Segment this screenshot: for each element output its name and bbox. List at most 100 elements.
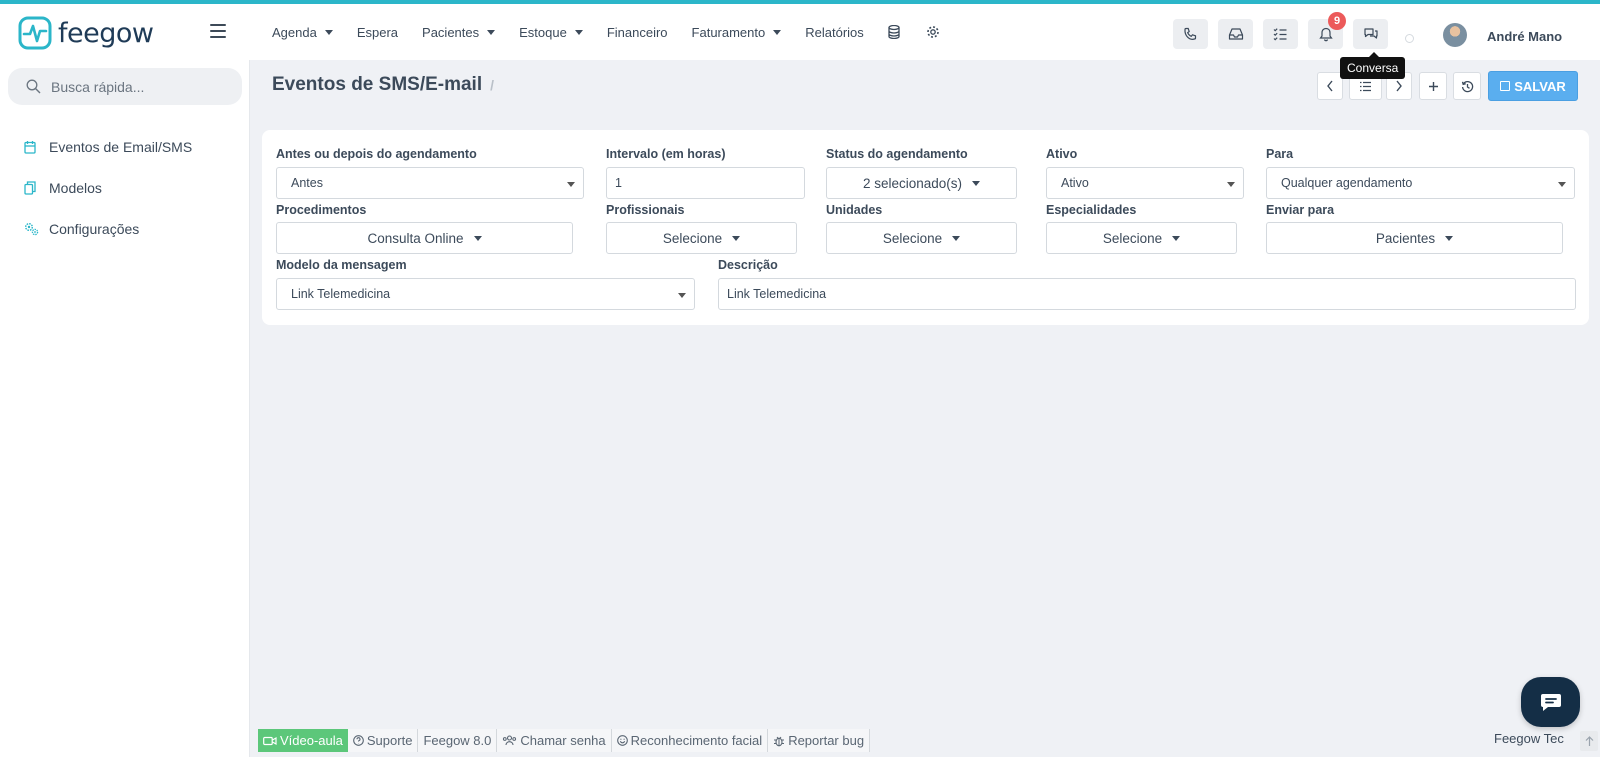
nav-faturamento[interactable]: Faturamento — [692, 25, 782, 40]
nav-espera[interactable]: Espera — [357, 25, 398, 40]
ativo-select[interactable]: Ativo — [1046, 167, 1244, 199]
notifications-button[interactable]: 9 — [1308, 12, 1346, 49]
especialidades-value: Selecione — [1102, 230, 1163, 246]
label-unidades: Unidades — [826, 203, 883, 217]
sidebar-item-label: Modelos — [49, 180, 102, 196]
nav-label: Estoque — [519, 24, 567, 40]
notification-count-badge: 9 — [1328, 12, 1346, 30]
label-especialidades: Especialidades — [1046, 203, 1137, 217]
label-descricao: Descrição — [718, 258, 778, 272]
video-aula-link[interactable]: Vídeo-aula — [258, 729, 348, 752]
intervalo-input[interactable] — [615, 176, 804, 190]
search-input[interactable] — [51, 78, 231, 95]
bell-icon — [1318, 27, 1333, 41]
database-icon[interactable] — [888, 24, 902, 40]
gear-icon[interactable] — [926, 25, 940, 39]
tasks-button[interactable] — [1263, 19, 1298, 49]
save-label: SALVAR — [1514, 78, 1566, 94]
nav-label: Relatórios — [805, 24, 864, 40]
caret-down-icon — [1445, 235, 1454, 241]
profissionais-multiselect[interactable]: Selecione — [606, 222, 797, 254]
caret-down-icon — [487, 29, 496, 35]
footer-label: Reportar bug — [788, 733, 865, 748]
modelo-select[interactable]: Link Telemedicina — [276, 278, 695, 310]
logo-icon — [18, 16, 52, 50]
hamburger-menu-icon[interactable] — [210, 24, 226, 40]
unidades-value: Selecione — [882, 230, 943, 246]
procedimentos-multiselect[interactable]: Consulta Online — [276, 222, 573, 254]
inbox-icon — [1228, 28, 1243, 40]
event-form-card: Antes ou depois do agendamento Antes Int… — [262, 130, 1589, 325]
ativo-value: Ativo — [1061, 176, 1089, 190]
reportar-bug-link[interactable]: Reportar bug — [768, 729, 871, 752]
select-caret-icon — [1227, 182, 1235, 187]
label-antes-depois: Antes ou depois do agendamento — [276, 147, 477, 161]
chat-widget-button[interactable] — [1521, 677, 1580, 727]
bug-icon — [774, 736, 785, 746]
status-multiselect[interactable]: 2 selecionado(s) — [826, 167, 1017, 199]
para-select[interactable]: Qualquer agendamento — [1266, 167, 1575, 199]
conversa-button[interactable] — [1353, 19, 1388, 49]
chevron-left-icon — [1327, 80, 1333, 92]
antes-depois-select[interactable]: Antes — [276, 167, 584, 199]
phone-button[interactable] — [1173, 19, 1208, 49]
footer-label: Chamar senha — [520, 733, 606, 748]
sidebar-item-eventos[interactable]: Eventos de Email/SMS — [24, 139, 192, 155]
cogs-icon — [24, 222, 39, 236]
nav-agenda[interactable]: Agenda — [272, 25, 333, 40]
phone-icon — [1184, 27, 1197, 40]
search-icon — [26, 79, 41, 94]
nav-pacientes[interactable]: Pacientes — [422, 24, 496, 40]
label-ativo: Ativo — [1046, 147, 1078, 161]
inbox-button[interactable] — [1218, 19, 1253, 49]
add-button[interactable] — [1419, 72, 1447, 100]
intervalo-field[interactable] — [606, 167, 805, 199]
chat-bubbles-icon — [1363, 28, 1378, 39]
enviar-para-multiselect[interactable]: Pacientes — [1266, 222, 1563, 254]
reconhecimento-facial-link[interactable]: Reconhecimento facial — [611, 729, 769, 752]
save-button[interactable]: SALVAR — [1488, 71, 1578, 101]
user-name[interactable]: André Mano — [1487, 29, 1562, 44]
select-caret-icon — [567, 182, 575, 187]
logo[interactable]: feegow — [18, 15, 154, 51]
footer-label: Suporte — [366, 733, 413, 748]
calendar-icon — [24, 140, 38, 154]
page-title-text: Eventos de SMS/E-mail — [272, 74, 483, 95]
nav-label: Pacientes — [422, 24, 480, 40]
scroll-top-button[interactable] — [1580, 731, 1598, 751]
copy-icon — [24, 181, 38, 195]
quick-search[interactable] — [8, 68, 242, 105]
question-circle-icon — [353, 735, 364, 746]
suporte-link[interactable]: Suporte — [347, 729, 419, 752]
plus-icon — [1428, 81, 1438, 91]
video-icon — [263, 736, 277, 745]
especialidades-multiselect[interactable]: Selecione — [1046, 222, 1237, 254]
nav-label: Faturamento — [691, 24, 766, 40]
conversa-tooltip: Conversa — [1340, 52, 1406, 79]
history-button[interactable] — [1453, 72, 1481, 100]
chevron-right-icon — [1396, 80, 1402, 92]
nav-financeiro[interactable]: Financeiro — [607, 25, 668, 40]
checklist-icon — [1273, 28, 1287, 41]
descricao-input[interactable] — [727, 287, 1575, 301]
caret-down-icon — [972, 180, 981, 186]
caret-down-icon — [473, 235, 482, 241]
nav-relatorios[interactable]: Relatórios — [805, 25, 864, 40]
nav-estoque[interactable]: Estoque — [519, 25, 583, 40]
company-label: Feegow Tec — [1494, 731, 1564, 746]
caret-down-icon — [732, 235, 741, 241]
nav-label: Espera — [356, 24, 399, 40]
nav-label: Agenda — [272, 24, 317, 40]
select-caret-icon — [1558, 182, 1566, 187]
descricao-field[interactable] — [718, 278, 1576, 310]
label-para: Para — [1266, 147, 1294, 161]
chat-icon — [1540, 694, 1561, 711]
avatar[interactable] — [1443, 23, 1467, 47]
unidades-multiselect[interactable]: Selecione — [826, 222, 1017, 254]
chamar-senha-link[interactable]: Chamar senha — [497, 729, 612, 752]
list-icon — [1360, 81, 1371, 91]
modelo-value: Link Telemedicina — [291, 287, 391, 301]
sidebar-item-configuracoes[interactable]: Configurações — [24, 221, 139, 237]
sidebar-item-modelos[interactable]: Modelos — [24, 180, 102, 196]
caret-down-icon — [574, 29, 583, 35]
